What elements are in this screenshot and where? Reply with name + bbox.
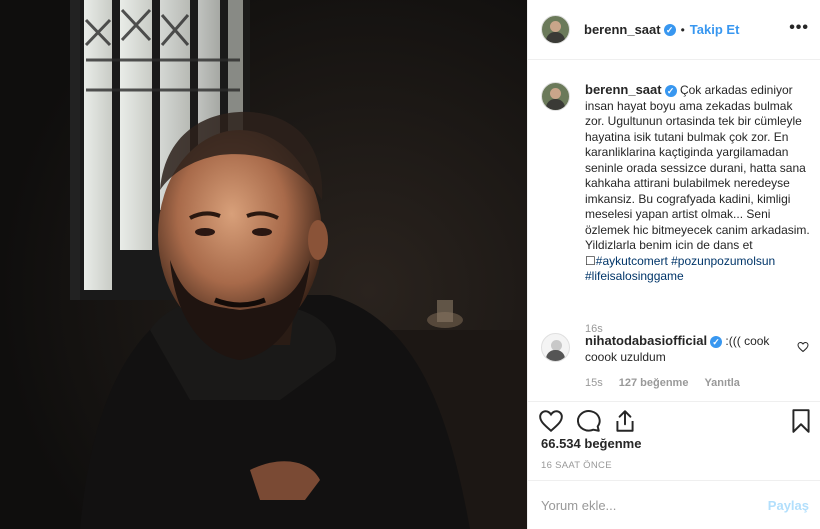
post-comment-button[interactable]: Paylaş [768,498,809,513]
verified-badge-icon: ✓ [664,84,677,97]
comments-list[interactable]: berenn_saat ✓ Çok arkadas ediniyor insan … [528,61,820,401]
more-options-icon[interactable]: ••• [789,20,809,36]
caption-hashtags[interactable]: #aykutcomert #pozunpozumolsun #lifeisalo… [585,254,775,284]
caption-author-avatar[interactable] [541,82,570,111]
comment-input[interactable] [541,498,751,513]
bookmark-icon[interactable] [788,408,814,434]
author-avatar[interactable] [541,15,570,44]
caption-author-username[interactable]: berenn_saat [585,82,662,97]
separator-dot: • [680,22,685,37]
like-count[interactable]: 66.534 beğenme [541,436,641,451]
commenter-username[interactable]: nihatodabasiofficial [585,333,707,348]
action-bar [528,401,820,441]
comment-meta: 15s 127 beğenme Yanıtla [585,377,740,389]
caption: berenn_saat ✓ Çok arkadas ediniyor insan … [541,82,811,335]
post-timestamp: 16 SAAT ÖNCE [541,460,612,471]
verified-badge-icon: ✓ [663,23,676,36]
verified-badge-icon: ✓ [710,335,723,348]
post-sidebar: berenn_saat ✓ • Takip Et ••• berenn_saat… [527,0,820,529]
comment-time[interactable]: 15s [585,377,603,389]
caption-body: berenn_saat ✓ Çok arkadas ediniyor insan … [585,82,815,285]
reply-button[interactable]: Yanıtla [704,377,739,389]
add-comment-bar: Paylaş [528,480,820,529]
comment-item: nihatodabasiofficial ✓ :((( cook coook uz… [541,333,811,399]
author-username[interactable]: berenn_saat [584,22,661,37]
follow-button[interactable]: Takip Et [690,22,740,37]
post-header: berenn_saat ✓ • Takip Et ••• [528,0,820,60]
comment-like-heart-icon[interactable] [797,341,809,353]
comment-likes[interactable]: 127 beğenme [619,377,689,389]
heart-icon[interactable] [538,408,564,434]
comment-icon[interactable] [576,408,602,434]
share-icon[interactable] [612,408,638,434]
post-photo[interactable] [0,0,527,529]
post-photo-illustration [0,0,527,529]
comment-body: nihatodabasiofficial ✓ :((( cook coook uz… [585,333,795,365]
caption-text: Çok arkadas ediniyor insan hayat boyu am… [585,83,810,268]
commenter-avatar[interactable] [541,333,570,362]
